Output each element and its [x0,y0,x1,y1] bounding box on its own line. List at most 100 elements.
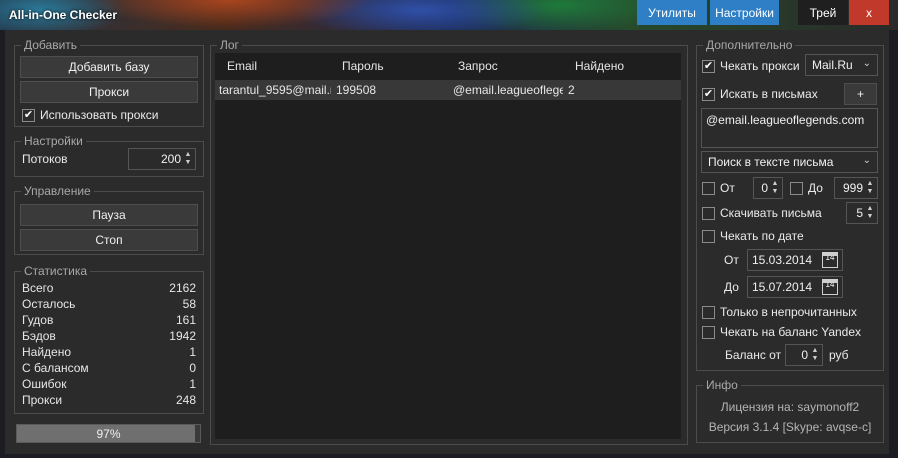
download-label: Скачивать письма [720,206,822,220]
proxy-button[interactable]: Прокси [20,81,198,103]
column-query[interactable]: Запрос [458,59,498,73]
use-proxy-check-icon: ✔ [22,108,35,122]
spinner-arrows-icon[interactable]: ▲ ▼ [865,204,875,222]
use-proxy-checkbox[interactable]: ✔ Использовать прокси [22,108,159,122]
chevron-down-icon: ⌄ [862,155,871,166]
balance-spinner[interactable]: 0 ▲ ▼ [785,344,823,366]
download-value: 5 [856,206,863,220]
download-spinner[interactable]: 5 ▲ ▼ [846,202,878,224]
stop-button[interactable]: Стоп [20,229,198,251]
by-date-label: Чекать по дате [720,229,804,243]
search-mode-value: Поиск в тексте письма [708,155,834,169]
check-proxy-check-icon: ✔ [702,59,715,73]
yandex-checkbox[interactable]: Чекать на баланс Yandex [702,325,861,339]
log-header: Email Пароль Запрос Найдено [215,53,681,80]
date-to-picker[interactable]: 15.07.2014 14 [747,276,843,298]
column-password[interactable]: Пароль [342,59,384,73]
by-date-checkbox[interactable]: Чекать по дате [702,229,804,243]
yandex-check-icon [702,325,715,339]
date-to-label: До [724,280,739,294]
stat-row: Бэдов 1942 [22,329,196,343]
search-letters-label: Искать в письмах [720,87,818,101]
from-label: От [720,181,735,195]
check-proxy-label: Чекать прокси [720,59,800,73]
progress-bar: 97% [16,424,201,443]
add-search-button[interactable]: + [844,83,877,105]
license-text: Лицензия на: saymonoff2 [720,400,860,414]
from-check-icon [702,181,715,195]
log-group-title: Лог [217,38,242,52]
to-value: 999 [842,181,863,195]
extra-group-title: Дополнительно [703,38,796,52]
add-base-button[interactable]: Добавить базу [20,56,198,78]
version-text: Версия 3.1.4 [Skype: avqse-c] [708,420,872,434]
date-from-picker[interactable]: 15.03.2014 14 [747,249,843,271]
unread-label: Только в непрочитанных [720,305,857,319]
balance-value: 0 [801,348,808,362]
cell-email: tarantul_9595@mail.ru [219,83,331,97]
yandex-label: Чекать на баланс Yandex [720,325,862,339]
utilities-button[interactable]: Утилиты [637,0,707,25]
stat-row: Осталось 58 [22,297,196,311]
cell-found: 2 [568,83,575,97]
settings-group-title: Настройки [21,134,86,148]
spinner-arrows-icon[interactable]: ▲ ▼ [770,179,780,197]
spinner-arrows-icon[interactable]: ▲ ▼ [865,179,875,197]
search-letters-checkbox[interactable]: ✔ Искать в письмах [702,87,818,101]
app-title: All-in-One Checker [9,8,118,22]
from-value: 0 [761,181,768,195]
chevron-down-icon: ⌄ [862,58,871,69]
cell-password: 199508 [336,83,377,97]
search-mode-select[interactable]: Поиск в тексте письма ⌄ [701,151,878,173]
from-checkbox[interactable]: От [702,181,735,195]
stat-row: Гудов 161 [22,313,196,327]
search-text-field[interactable]: @email.leagueoflegends.com [701,108,878,148]
by-date-check-icon [702,229,715,243]
download-check-icon [702,206,715,220]
stat-row: Найдено 1 [22,345,196,359]
from-spinner[interactable]: 0 ▲ ▼ [753,177,783,199]
control-group-title: Управление [21,184,94,198]
close-button[interactable]: x [849,0,889,25]
proxy-service-select[interactable]: Mail.Ru ⌄ [805,54,878,76]
to-check-icon [790,181,803,195]
spinner-arrows-icon[interactable]: ▲ ▼ [183,150,193,168]
balance-unit: руб [829,348,849,362]
stat-row: Всего 2162 [22,281,196,295]
proxy-service-value: Mail.Ru [812,58,853,72]
search-letters-check-icon: ✔ [702,87,715,101]
progress-text: 97% [96,427,121,441]
log-table[interactable]: Email Пароль Запрос Найдено tarantul_959… [215,53,681,439]
threads-value: 200 [160,152,181,166]
spinner-arrows-icon[interactable]: ▲ ▼ [810,346,820,364]
table-row[interactable]: tarantul_9595@mail.ru 199508 @email.leag… [215,80,681,100]
stat-row: Ошибок 1 [22,377,196,391]
calendar-icon[interactable]: 14 [822,252,838,268]
cell-query: @email.leagueoflegends.com [453,83,563,97]
info-group: Инфо [696,378,884,443]
calendar-icon[interactable]: 14 [822,279,838,295]
add-group-title: Добавить [21,38,81,52]
column-email[interactable]: Email [227,59,257,73]
threads-spinner[interactable]: 200 ▲ ▼ [128,148,196,170]
tray-button[interactable]: Трей [798,0,848,25]
date-from-label: От [724,253,739,267]
balance-label: Баланс от [725,348,782,362]
column-found[interactable]: Найдено [575,59,624,73]
threads-label: Потоков [22,152,68,166]
stats-group-title: Статистика [21,264,91,278]
pause-button[interactable]: Пауза [20,204,198,226]
stat-row: С балансом 0 [22,361,196,375]
check-proxy-checkbox[interactable]: ✔ Чекать прокси [702,59,800,73]
to-checkbox[interactable]: До [790,181,823,195]
unread-checkbox[interactable]: Только в непрочитанных [702,305,857,319]
date-from-value: 15.03.2014 [752,253,813,267]
to-spinner[interactable]: 999 ▲ ▼ [834,177,878,199]
date-to-value: 15.07.2014 [752,280,813,294]
unread-check-icon [702,305,715,319]
use-proxy-label: Использовать прокси [40,108,159,122]
to-label: До [808,181,823,195]
stat-row: Прокси 248 [22,393,196,407]
download-checkbox[interactable]: Скачивать письма [702,206,822,220]
settings-button[interactable]: Настройки [710,0,779,25]
